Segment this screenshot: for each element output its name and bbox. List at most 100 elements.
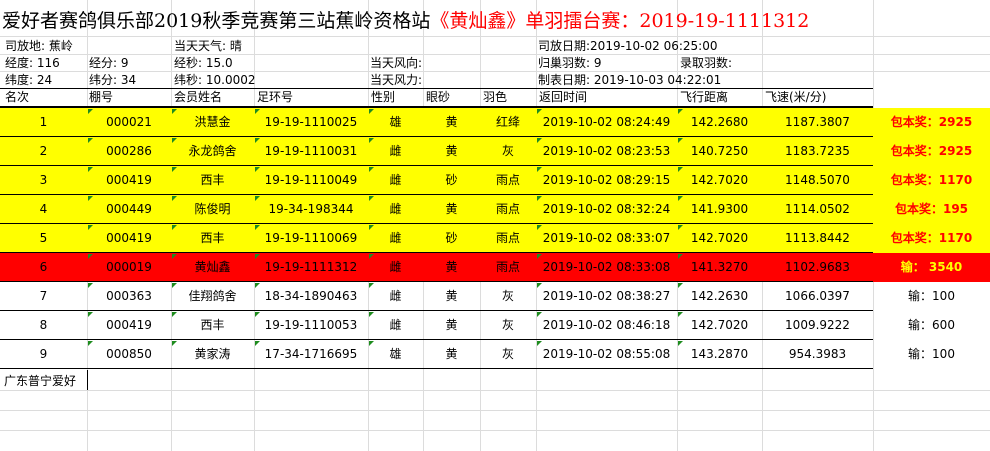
cell-name: 西丰 [200, 318, 225, 332]
longitude-min: 经分: 9 [89, 56, 129, 70]
cell-ring: 19-19-1110069 [264, 231, 358, 245]
cell-name: 西丰 [200, 231, 225, 245]
cell-comment-marker [255, 138, 260, 143]
latitude-min: 纬分: 34 [89, 73, 137, 87]
cell-comment-marker [369, 138, 374, 143]
cell-comment-marker [88, 225, 93, 230]
header-ring: 足环号 [257, 90, 294, 104]
cell-comment-marker [172, 138, 177, 143]
header-eye: 眼砂 [426, 90, 451, 104]
recorded-count: 录取羽数: [680, 56, 733, 70]
cell-comment-marker [537, 283, 542, 288]
cell-shed: 000419 [106, 173, 152, 187]
cell-rank: 2 [39, 144, 48, 158]
cell-shed: 000019 [106, 260, 152, 274]
header-time: 返回时间 [539, 90, 588, 104]
table-row: 9 000850 黄家涛 17-34-1716695 雄 黄 灰 2019-10-02 08:… [0, 340, 990, 369]
cell-color: 灰 [501, 144, 514, 158]
cell-comment-marker [88, 283, 93, 288]
table-date: 制表日期: 2019-10-03 04:22:01 [538, 73, 722, 87]
cell-comment-marker [537, 109, 542, 114]
cell-prize: 包本奖：2925 [890, 144, 973, 158]
cell-comment-marker [537, 225, 542, 230]
release-place: 司放地: 蕉岭 [5, 39, 73, 53]
cell-comment-marker [172, 109, 177, 114]
cell-speed: 1114.0502 [785, 202, 850, 216]
cell-comment-marker [88, 196, 93, 201]
cell-comment-marker [537, 167, 542, 172]
cell-time: 2019-10-02 08:24:49 [542, 115, 671, 129]
cell-comment-marker [369, 167, 374, 172]
cell-comment-marker [678, 109, 683, 114]
header-speed: 飞速(米/分) [765, 90, 827, 104]
footer-text: 广东普宁爱好 [4, 374, 77, 388]
cell-eye: 砂 [445, 231, 458, 245]
cell-comment-marker [678, 138, 683, 143]
cell-color: 雨点 [495, 260, 520, 274]
cell-color: 雨点 [495, 202, 520, 216]
wind-force: 当天风力: [370, 73, 423, 87]
cell-name: 黄灿鑫 [194, 260, 231, 274]
cell-dist: 141.9300 [690, 202, 749, 216]
cell-eye: 黄 [445, 318, 458, 332]
cell-dist: 142.2680 [690, 115, 749, 129]
cell-shed: 000449 [106, 202, 152, 216]
cell-comment-marker [255, 341, 260, 346]
cell-color: 灰 [501, 289, 514, 303]
cell-speed: 1066.0397 [785, 289, 850, 303]
table-row: 2 000286 永龙鸽舍 19-19-1110031 雌 黄 灰 2019-10-02 08… [0, 137, 990, 166]
cell-dist: 141.3270 [690, 260, 749, 274]
cell-comment-marker [255, 196, 260, 201]
cell-prize: 包本奖：1170 [890, 231, 973, 245]
cell-comment-marker [678, 196, 683, 201]
cell-comment-marker [537, 196, 542, 201]
cell-ring: 19-34-198344 [268, 202, 354, 216]
footer-cell-border [87, 370, 88, 390]
cell-shed: 000021 [106, 115, 152, 129]
cell-dist: 142.7020 [690, 318, 749, 332]
cell-comment-marker [369, 196, 374, 201]
table-row: 1 000021 洪慧金 19-19-1110025 雄 黄 红绛 2019-10-02 08… [0, 108, 990, 137]
cell-comment-marker [88, 138, 93, 143]
cell-comment-marker [537, 312, 542, 317]
cell-ring: 19-19-1110031 [264, 144, 358, 158]
cell-shed: 000363 [106, 289, 152, 303]
cell-comment-marker [255, 283, 260, 288]
cell-eye: 黄 [445, 289, 458, 303]
cell-dist: 142.7020 [690, 231, 749, 245]
cell-prize: 包本奖：1170 [890, 173, 973, 187]
cell-ring: 19-19-1110053 [264, 318, 358, 332]
table-row: 3 000419 西丰 19-19-1110049 雌 砂 雨点 2019-10-02 08:… [0, 166, 990, 195]
cell-time: 2019-10-02 08:33:08 [542, 260, 671, 274]
table-row: 6 000019 黄灿鑫 19-19-1111312 雌 黄 雨点 2019-10-02 08… [0, 253, 990, 282]
cell-sex: 雌 [389, 231, 402, 245]
header-color: 羽色 [483, 90, 508, 104]
cell-shed: 000286 [106, 144, 152, 158]
cell-ring: 19-19-1110049 [264, 173, 358, 187]
cell-color: 红绛 [495, 115, 520, 129]
cell-name: 永龙鸽舍 [188, 144, 237, 158]
wind-direction: 当天风向: [370, 56, 423, 70]
row-border [0, 368, 873, 369]
cell-time: 2019-10-02 08:32:24 [542, 202, 671, 216]
cell-time: 2019-10-02 08:29:15 [542, 173, 671, 187]
cell-ring: 18-34-1890463 [264, 289, 358, 303]
cell-speed: 1102.9683 [785, 260, 850, 274]
cell-comment-marker [537, 341, 542, 346]
table-row: 7 000363 佳翔鸽舍 18-34-1890463 雌 黄 灰 2019-10-02 08… [0, 282, 990, 311]
cell-speed: 1183.7235 [785, 144, 850, 158]
cell-rank: 8 [39, 318, 48, 332]
cell-comment-marker [172, 254, 177, 259]
cell-time: 2019-10-02 08:46:18 [542, 318, 671, 332]
cell-sex: 雌 [389, 144, 402, 158]
cell-name: 洪慧金 [194, 115, 231, 129]
cell-time: 2019-10-02 08:23:53 [542, 144, 671, 158]
table-row: 8 000419 西丰 19-19-1110053 雌 黄 灰 2019-10-02 08:4… [0, 311, 990, 340]
cell-comment-marker [172, 283, 177, 288]
cell-rank: 4 [39, 202, 48, 216]
page-title: 爱好者赛鸽俱乐部2019秋季竞赛第三站蕉岭资格站《黄灿鑫》单羽擂台赛：2019-… [2, 6, 809, 36]
table-row: 5 000419 西丰 19-19-1110069 雌 砂 雨点 2019-10-02 08:… [0, 224, 990, 253]
cell-comment-marker [369, 254, 374, 259]
title-highlight: 《黄灿鑫》单羽擂台赛：2019-19-1111312 [430, 10, 810, 32]
cell-speed: 1009.9222 [785, 318, 850, 332]
